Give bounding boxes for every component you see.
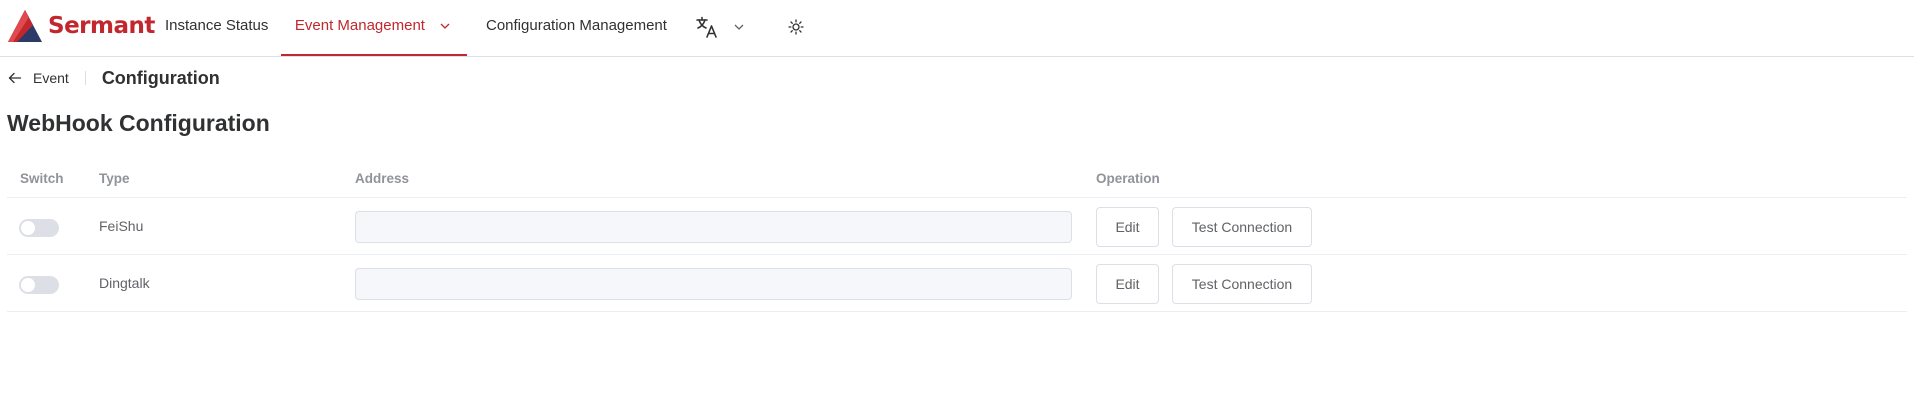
top-navbar: Sermant Instance Status Event Management… xyxy=(0,0,1914,57)
logo[interactable]: Sermant xyxy=(7,9,155,43)
sun-icon xyxy=(788,19,804,35)
webhook-switch-feishu[interactable] xyxy=(19,219,59,237)
back-link[interactable]: Event xyxy=(33,70,69,86)
webhook-type: FeiShu xyxy=(99,218,144,234)
nav-item-configuration-management[interactable]: Configuration Management xyxy=(486,0,667,56)
chevron-down-icon xyxy=(440,23,450,29)
sermant-logo-icon xyxy=(8,10,42,42)
nav-item-label: Configuration Management xyxy=(486,17,667,34)
column-header-operation: Operation xyxy=(1096,171,1160,186)
nav-item-instance-status[interactable]: Instance Status xyxy=(165,0,268,56)
nav-item-event-management[interactable]: Event Management xyxy=(281,0,467,56)
arrow-left-icon[interactable] xyxy=(7,70,23,86)
column-header-type: Type xyxy=(99,171,130,186)
webhook-table: Switch Type Address Operation FeiShu Edi… xyxy=(7,161,1907,312)
chevron-down-icon xyxy=(734,24,744,30)
table-header-row: Switch Type Address Operation xyxy=(7,161,1907,198)
page-header: Event Configuration xyxy=(7,66,220,90)
column-header-switch: Switch xyxy=(20,171,64,186)
table-row: Dingtalk Edit Test Connection xyxy=(7,255,1907,312)
section-title: WebHook Configuration xyxy=(7,110,270,136)
edit-button-feishu[interactable]: Edit xyxy=(1096,207,1159,247)
webhook-type: Dingtalk xyxy=(99,275,150,291)
translate-icon xyxy=(696,16,717,38)
logo-text: Sermant xyxy=(48,13,155,39)
header-divider xyxy=(84,71,86,85)
table-row: FeiShu Edit Test Connection xyxy=(7,198,1907,255)
language-switcher[interactable] xyxy=(695,14,747,40)
column-header-address: Address xyxy=(355,171,410,186)
nav-item-label: Instance Status xyxy=(165,17,269,34)
edit-button-dingtalk[interactable]: Edit xyxy=(1096,264,1159,304)
test-connection-button-dingtalk[interactable]: Test Connection xyxy=(1172,264,1312,304)
page-title: Configuration xyxy=(101,67,220,88)
webhook-address-input-feishu[interactable] xyxy=(355,211,1072,243)
theme-toggle[interactable] xyxy=(788,14,804,40)
webhook-switch-dingtalk[interactable] xyxy=(19,276,59,294)
webhook-address-input-dingtalk[interactable] xyxy=(355,268,1072,300)
nav-item-label: Event Management xyxy=(294,17,425,34)
test-connection-button-feishu[interactable]: Test Connection xyxy=(1172,207,1312,247)
